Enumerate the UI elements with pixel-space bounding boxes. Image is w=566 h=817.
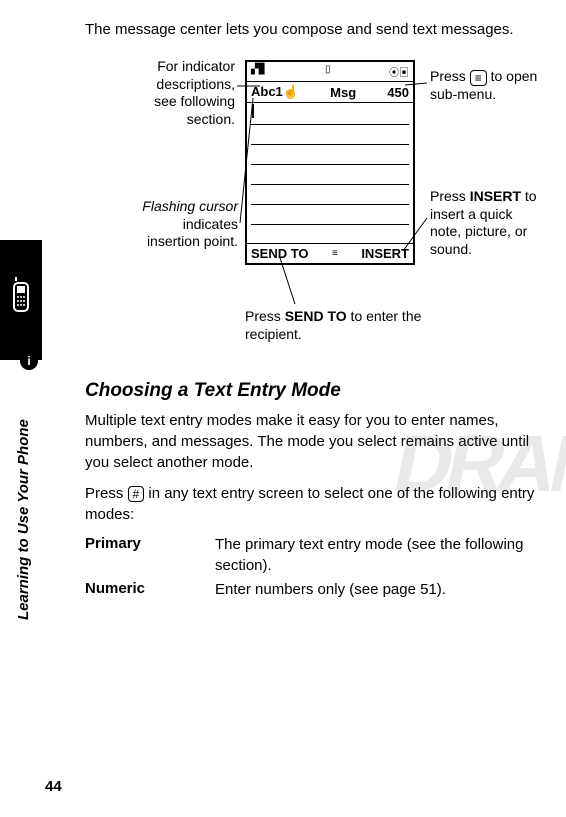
status-bar: ▞▊ ▯ ⦿▣	[247, 62, 413, 82]
callout-submenu-a: Press	[430, 68, 470, 84]
phone-diagram: ▞▊ ▯ ⦿▣ Abc1☝ Msg 450 SEND TO ≡ INSERT	[85, 48, 546, 368]
softkey-menu-icon: ≡	[332, 251, 338, 257]
para-2-b: in any text entry screen to select one o…	[85, 485, 534, 523]
intro-paragraph: The message center lets you compose and …	[85, 20, 546, 40]
callout-insert-a: Press	[430, 188, 470, 204]
screen-title: Msg	[330, 85, 356, 100]
info-icon: i	[20, 352, 38, 370]
mode-desc-primary: The primary text entry mode (see the fol…	[215, 535, 546, 576]
phone-screen: ▞▊ ▯ ⦿▣ Abc1☝ Msg 450 SEND TO ≡ INSERT	[245, 60, 415, 265]
para-1: Multiple text entry modes make it easy f…	[85, 410, 546, 473]
softkey-bar: SEND TO ≡ INSERT	[247, 243, 413, 263]
para-2-a: Press	[85, 485, 128, 502]
para-2: Press # in any text entry screen to sele…	[85, 483, 546, 525]
callout-cursor-italic: Flashing cursor	[142, 198, 238, 214]
softkey-left: SEND TO	[251, 246, 309, 261]
side-chapter-title: Learning to Use Your Phone	[15, 419, 32, 620]
mode-name-numeric: Numeric	[85, 580, 215, 600]
section-heading: Choosing a Text Entry Mode	[85, 380, 546, 402]
menu-key-icon: ≡	[470, 70, 487, 86]
page-number: 44	[45, 778, 62, 795]
mode-row-primary: Primary The primary text entry mode (see…	[85, 535, 546, 576]
hash-key-icon: #	[128, 486, 145, 502]
title-bar: Abc1☝ Msg 450	[247, 82, 413, 103]
mode-desc-numeric: Enter numbers only (see page 51).	[215, 580, 546, 600]
signal-icon: ▞▊	[251, 64, 266, 79]
callout-submenu: Press ≡ to open sub-menu.	[430, 68, 540, 103]
text-cursor	[252, 104, 254, 118]
char-count: 450	[387, 85, 409, 100]
mode-row-numeric: Numeric Enter numbers only (see page 51)…	[85, 580, 546, 600]
entry-mode-indicator: Abc1☝	[251, 84, 299, 100]
callout-insert: Press INSERT to insert a quick note, pic…	[430, 188, 545, 258]
text-area	[247, 103, 413, 243]
sendto-key-label: SEND TO	[285, 308, 347, 324]
callout-sendto: Press SEND TO to enter the recipient.	[245, 308, 455, 343]
insert-key-label: INSERT	[470, 188, 521, 204]
sidebar-tab: i	[0, 240, 42, 360]
mode-name-primary: Primary	[85, 535, 215, 576]
status-mid-icon: ▯	[325, 64, 331, 79]
phone-icon	[8, 277, 34, 324]
callout-cursor-rest: indicates insertion point.	[147, 216, 238, 250]
callout-cursor: Flashing cursor indicates insertion poin…	[130, 198, 238, 251]
softkey-right: INSERT	[361, 246, 409, 261]
callout-sendto-a: Press	[245, 308, 285, 324]
callout-indicator: For indicator descriptions, see followin…	[140, 58, 235, 128]
battery-icon: ⦿▣	[389, 64, 409, 79]
